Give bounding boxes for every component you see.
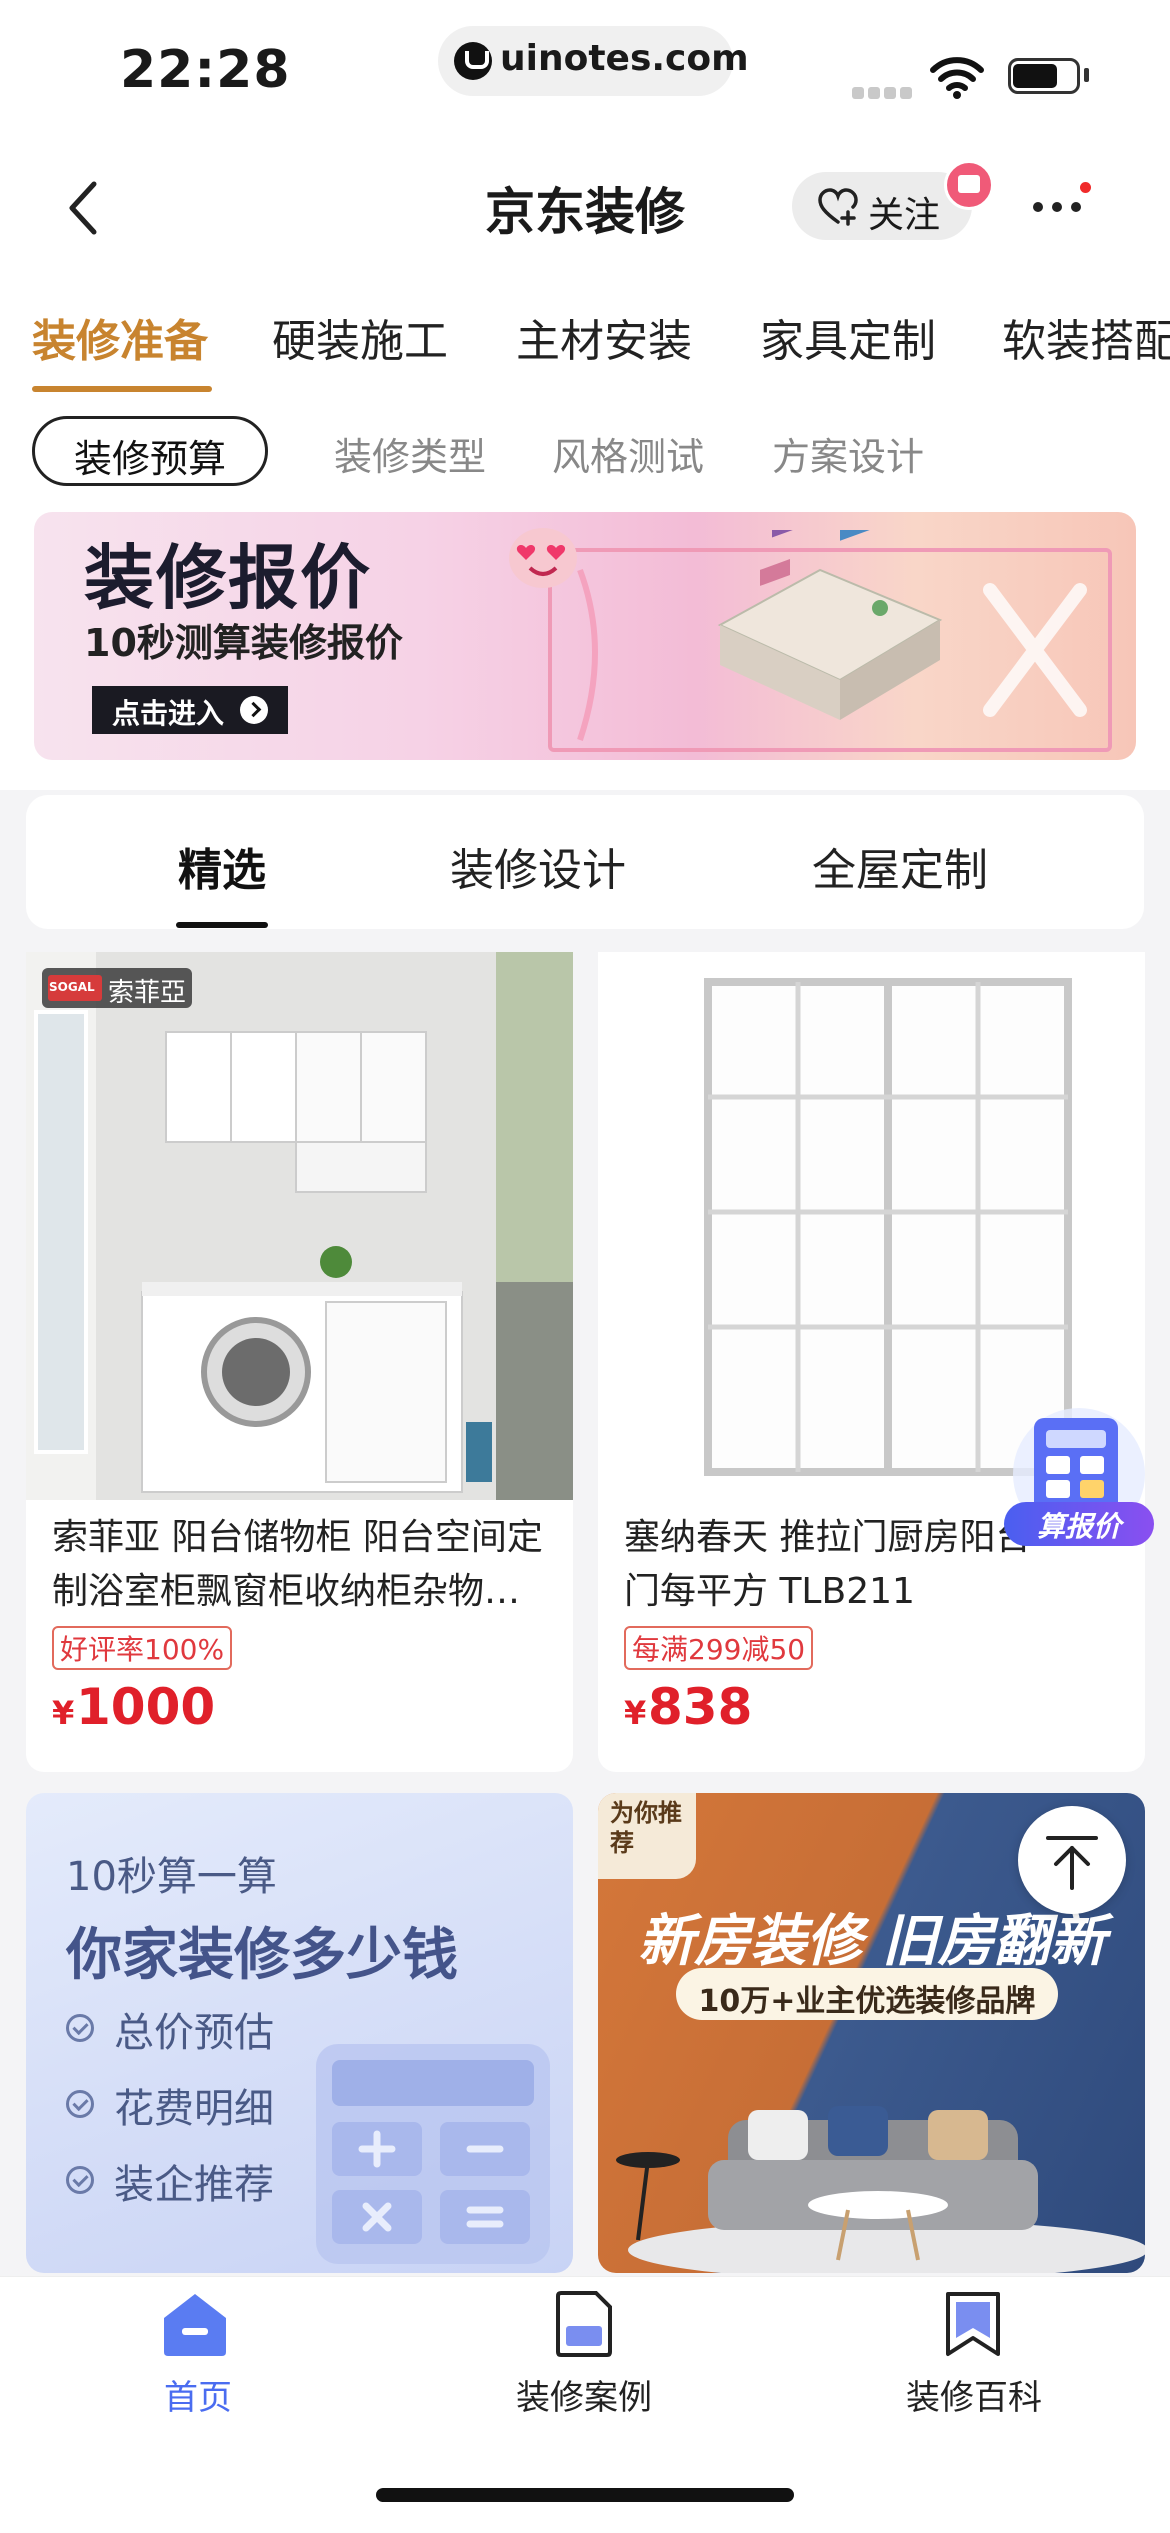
- product-title-line1: 塞纳春天 推拉门厨房阳台: [624, 1517, 1032, 1558]
- calculator-illustration: [316, 2044, 550, 2264]
- price-currency: ¥: [52, 1694, 75, 1732]
- product-title-line2: 制浴室柜飘窗柜收纳柜杂物…: [52, 1571, 521, 1612]
- product-tag: 好评率100%: [52, 1626, 233, 1670]
- promo-calc-item: 花费明细: [114, 2086, 274, 2132]
- battery-level: [1013, 64, 1057, 88]
- active-tab-indicator: [32, 386, 212, 392]
- product-tag: 每满299减50: [624, 1626, 814, 1670]
- product-title-line2: 门每平方 TLB211: [624, 1571, 915, 1612]
- promo-brand-subtitle: 10万+业主优选装修品牌: [698, 1984, 1036, 2019]
- product-price: 1000: [76, 1678, 216, 1736]
- home-indicator: [376, 2488, 794, 2502]
- product-price: 838: [648, 1678, 753, 1736]
- status-time: 22:28: [120, 40, 291, 100]
- arrow-right-circle-icon: [240, 696, 268, 724]
- recommend-badge-text: 为你推荐: [610, 1799, 682, 1857]
- nav-wiki-label[interactable]: 装修百科: [906, 2370, 1042, 2419]
- content-tab-indicator: [176, 922, 268, 928]
- check-circle-icon: [66, 2090, 94, 2118]
- brand-name: 索菲亞: [108, 978, 187, 1008]
- tab-soft-decoration[interactable]: 软装搭配: [1002, 305, 1170, 369]
- price-currency: ¥: [624, 1694, 647, 1732]
- nav-cases-label[interactable]: 装修案例: [516, 2370, 652, 2419]
- tab-decoration-design[interactable]: 装修设计: [450, 834, 626, 898]
- tab-whole-house-custom[interactable]: 全屋定制: [812, 834, 988, 898]
- arrow-up-icon: [1046, 1836, 1098, 1890]
- product-title-line1: 索菲亚 阳台储物柜 阳台空间定: [52, 1517, 543, 1558]
- promo-calc-item: 总价预估: [114, 2010, 274, 2056]
- sofa-illustration: [616, 2106, 1145, 2273]
- banner-subtitle: 10秒测算装修报价: [84, 621, 403, 665]
- banner-enter-label: 点击进入: [112, 697, 225, 730]
- sub-tab-style-test[interactable]: 风格测试: [552, 426, 704, 481]
- promo-calc-item: 装企推荐: [114, 2162, 274, 2208]
- tab-decoration-prep[interactable]: 装修准备: [32, 305, 208, 369]
- cellular-signal-icon: [852, 84, 916, 103]
- product-image-balcony-cabinet: [26, 952, 573, 1500]
- site-logo-icon: [454, 42, 492, 80]
- back-to-top-button[interactable]: [1018, 1806, 1126, 1914]
- check-circle-icon: [66, 2166, 94, 2194]
- bookmark-icon[interactable]: [942, 2290, 1004, 2358]
- banner-title: 装修报价: [84, 537, 372, 619]
- page-title: 京东装修: [485, 183, 685, 241]
- heart-eyes-emoji-icon: [509, 528, 577, 588]
- floor-plan-illustration: [548, 530, 1112, 752]
- tab-hard-construction[interactable]: 硬装施工: [272, 305, 448, 369]
- tab-main-material[interactable]: 主材安装: [516, 305, 692, 369]
- heart-plus-icon: [818, 188, 858, 226]
- battery-cap: [1084, 68, 1089, 82]
- notification-dot: [1080, 182, 1091, 193]
- calc-float-label: 算报价: [1036, 1510, 1121, 1543]
- promo-calc-line2: 你家装修多少钱: [66, 1923, 458, 1988]
- sub-tab-budget[interactable]: 装修预算: [32, 428, 268, 483]
- tab-featured[interactable]: 精选: [178, 834, 266, 898]
- sub-tab-plan-design[interactable]: 方案设计: [772, 426, 924, 481]
- promo-calc-line1: 10秒算一算: [66, 1854, 277, 1900]
- tab-furniture-custom[interactable]: 家具定制: [760, 305, 936, 369]
- brand-logo-text: SOGAL: [49, 980, 95, 994]
- sub-tab-type[interactable]: 装修类型: [334, 426, 486, 481]
- check-circle-icon: [66, 2014, 94, 2042]
- url-text: uinotes.com: [500, 38, 749, 79]
- wifi-icon: [930, 57, 984, 99]
- home-icon[interactable]: [160, 2290, 230, 2360]
- gift-icon: [944, 160, 994, 210]
- document-icon[interactable]: [552, 2290, 614, 2358]
- more-dots-icon[interactable]: [1030, 200, 1090, 214]
- nav-home-label[interactable]: 首页: [164, 2370, 232, 2419]
- follow-label: 关注: [868, 195, 941, 236]
